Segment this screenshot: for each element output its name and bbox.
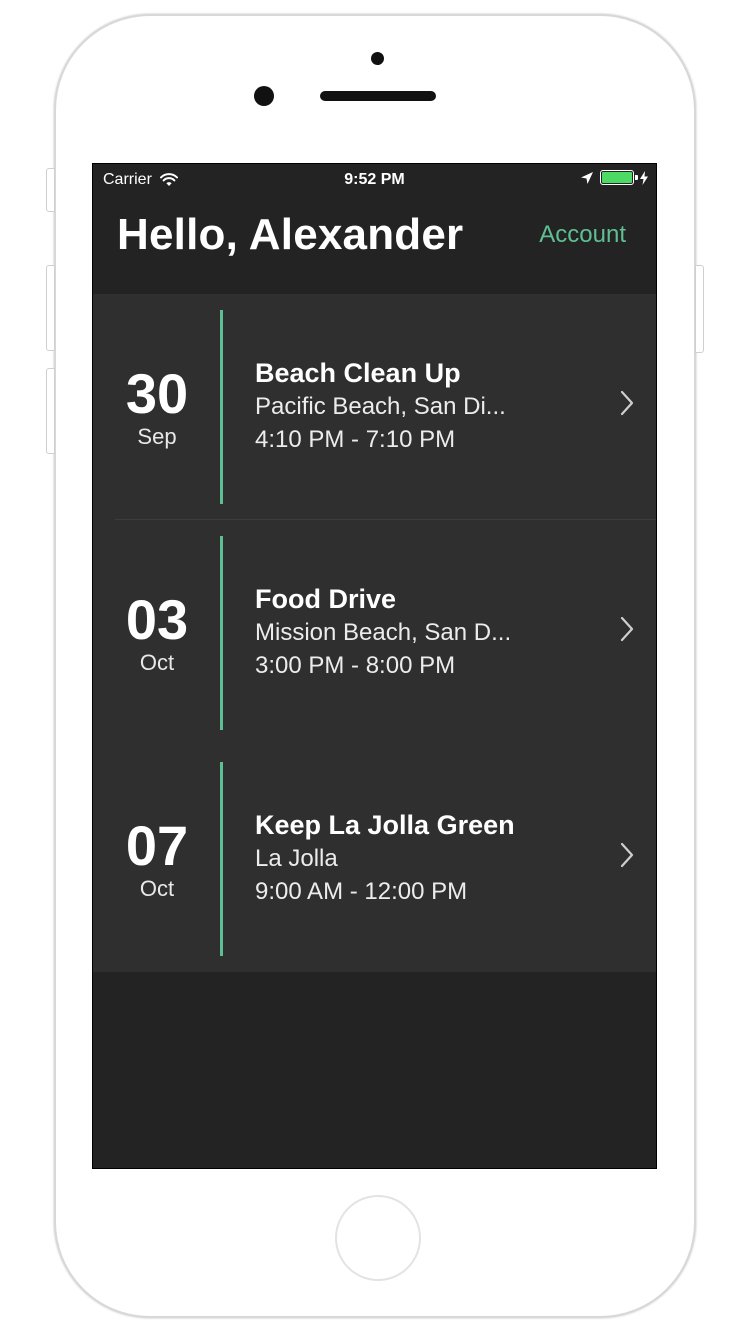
event-title: Food Drive: [255, 584, 397, 614]
event-location: Pacific Beach, San Di...: [255, 393, 506, 420]
front-camera: [254, 86, 274, 106]
app-screen: Carrier 9:52 PM Hello, Alexander Account: [92, 163, 657, 1169]
event-title: Beach Clean Up: [255, 358, 461, 388]
greeting-title: Hello, Alexander: [117, 210, 464, 259]
accent-divider: [220, 310, 223, 504]
volume-down-button: [46, 368, 55, 454]
battery-level: [602, 172, 632, 183]
event-date: 03 Oct: [93, 520, 221, 746]
event-day: 03: [125, 588, 189, 651]
event-location: La Jolla: [255, 845, 338, 872]
earpiece-speaker: [320, 91, 436, 101]
event-month: Oct: [139, 650, 175, 675]
event-day: 30: [125, 362, 189, 425]
event-date: 07 Oct: [93, 746, 221, 972]
status-time: 9:52 PM: [344, 171, 405, 188]
event-time: 9:00 AM - 12:00 PM: [255, 878, 468, 905]
event-location: Mission Beach, San D...: [255, 619, 512, 646]
accent-divider: [220, 536, 223, 730]
status-right: [580, 170, 648, 185]
volume-up-button: [46, 265, 55, 351]
proximity-sensor: [371, 52, 384, 65]
event-day: 07: [125, 814, 189, 877]
event-row-food-drive[interactable]: 03 Oct Food Drive Mission Beach, San D..…: [93, 520, 656, 746]
chevron-right-icon: [620, 390, 634, 416]
header: Hello, Alexander Account: [93, 196, 656, 294]
location-arrow-icon: [581, 171, 593, 184]
charging-bolt-icon: [640, 170, 648, 185]
power-button: [695, 265, 704, 353]
mute-switch: [46, 168, 55, 212]
accent-divider: [220, 762, 223, 956]
event-row-beach-clean-up[interactable]: 30 Sep Beach Clean Up Pacific Beach, San…: [93, 294, 656, 520]
event-time: 4:10 PM - 7:10 PM: [255, 426, 456, 453]
chevron-right-icon: [620, 616, 634, 642]
status-bar: Carrier 9:52 PM: [93, 164, 656, 196]
home-button[interactable]: [335, 1195, 421, 1281]
event-row-keep-la-jolla-green[interactable]: 07 Oct Keep La Jolla Green La Jolla 9:00…: [93, 746, 656, 972]
event-list: 30 Sep Beach Clean Up Pacific Beach, San…: [93, 294, 656, 972]
event-info: Food Drive Mission Beach, San D... 3:00 …: [255, 582, 596, 682]
battery-icon: [600, 170, 638, 185]
event-info: Keep La Jolla Green La Jolla 9:00 AM - 1…: [255, 808, 596, 908]
event-month: Sep: [137, 424, 177, 449]
event-title: Keep La Jolla Green: [255, 810, 515, 840]
chevron-right-icon: [620, 842, 634, 868]
account-button[interactable]: Account: [539, 221, 626, 249]
battery-tip: [635, 175, 638, 180]
event-info: Beach Clean Up Pacific Beach, San Di... …: [255, 356, 596, 456]
event-month: Oct: [139, 876, 175, 901]
event-time: 3:00 PM - 8:00 PM: [255, 652, 456, 679]
event-date: 30 Sep: [93, 294, 221, 520]
